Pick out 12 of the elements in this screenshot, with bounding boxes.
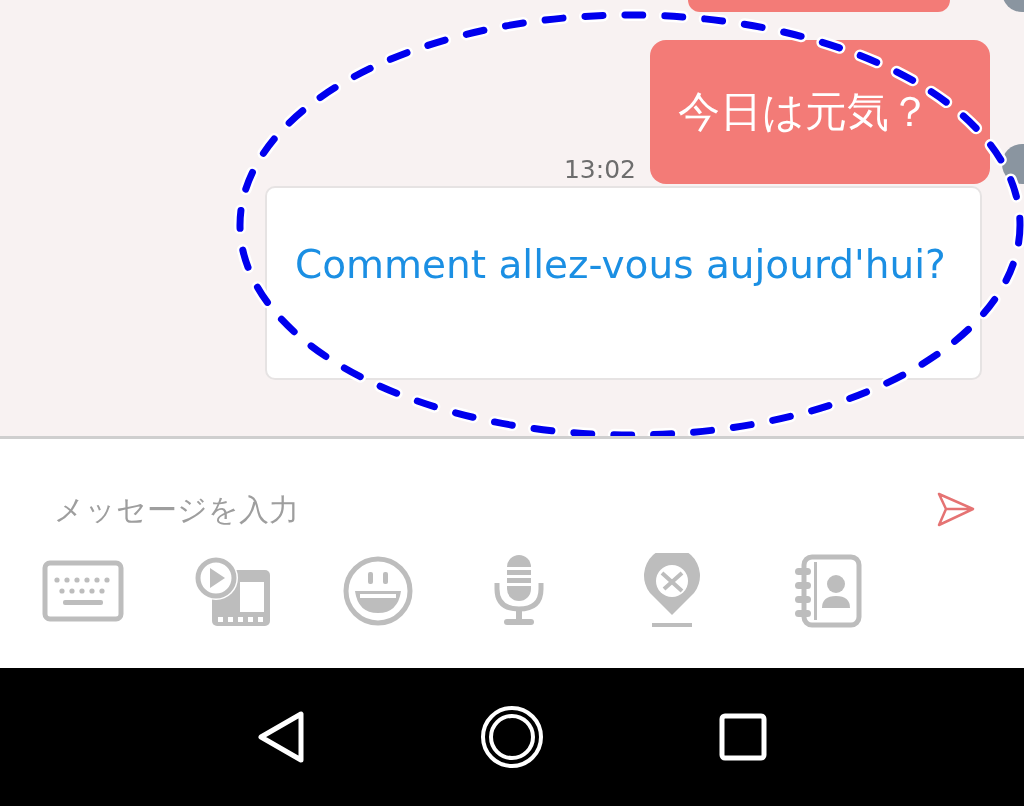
keyboard-icon[interactable] (42, 560, 124, 622)
recents-icon[interactable] (718, 713, 767, 761)
translation-card: Comment allez-vous aujourd'hui? (265, 186, 982, 380)
back-icon[interactable] (257, 710, 306, 764)
message-input[interactable]: メッセージを入力 (52, 490, 936, 528)
video-icon[interactable] (192, 554, 272, 628)
contacts-icon[interactable] (792, 554, 862, 628)
message-time: 13:02 (563, 155, 636, 184)
home-icon[interactable] (480, 705, 544, 769)
smiley-icon[interactable] (342, 555, 414, 627)
message-bubble: 今日は元気？ (650, 40, 990, 184)
map-pin-icon[interactable] (642, 553, 702, 629)
